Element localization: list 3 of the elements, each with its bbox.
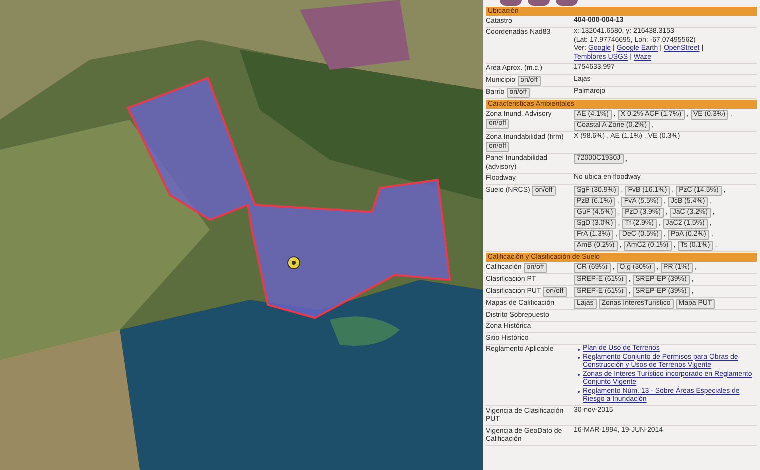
photo-placeholder [556, 0, 578, 6]
photo-placeholder [528, 0, 550, 6]
photo-placeholder [500, 0, 522, 6]
